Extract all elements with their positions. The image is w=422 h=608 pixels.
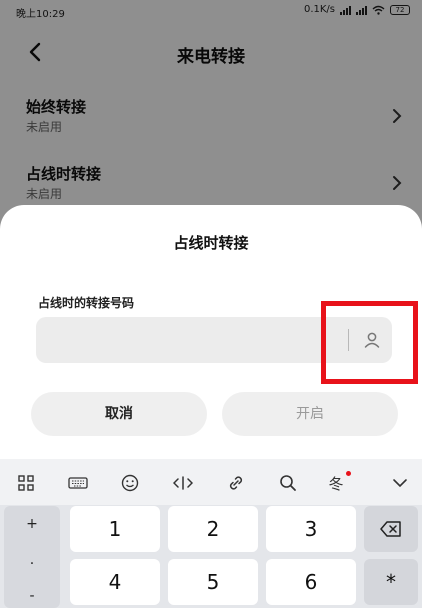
backspace-key[interactable]	[364, 506, 418, 552]
cancel-button[interactable]: 取消	[31, 392, 207, 436]
key-2[interactable]: 2	[168, 506, 258, 552]
cursor-icon[interactable]	[172, 472, 194, 494]
emoji-icon[interactable]	[119, 472, 141, 494]
search-icon[interactable]	[277, 472, 299, 494]
key-5[interactable]: 5	[168, 559, 258, 605]
key-6[interactable]: 6	[266, 559, 356, 605]
field-label: 占线时的转接号码	[38, 296, 135, 310]
forward-dialog: 占线时转接 占线时的转接号码 取消 开启	[0, 205, 422, 465]
enable-button[interactable]: 开启	[222, 392, 398, 436]
forward-number-input[interactable]	[48, 317, 338, 363]
notification-dot	[346, 471, 351, 476]
link-icon[interactable]	[225, 472, 247, 494]
key-4[interactable]: 4	[70, 559, 160, 605]
keyboard: 冬 + . - 1 2 3 4 5 6 *	[0, 459, 422, 608]
key-1[interactable]: 1	[70, 506, 160, 552]
key-3[interactable]: 3	[266, 506, 356, 552]
handwriting-icon[interactable]: 冬	[325, 472, 347, 494]
collapse-icon[interactable]	[389, 472, 411, 494]
plus-key[interactable]: +	[4, 516, 60, 532]
minus-key[interactable]: -	[4, 588, 60, 604]
keyboard-toolbar: 冬	[0, 459, 422, 505]
dialog-title: 占线时转接	[173, 234, 249, 252]
symbol-column: + . -	[4, 506, 60, 608]
backspace-icon	[380, 521, 401, 537]
asterisk-key[interactable]: *	[364, 559, 418, 605]
grid-icon[interactable]	[15, 472, 37, 494]
highlight-annotation	[321, 301, 418, 384]
dot-key[interactable]: .	[4, 552, 60, 568]
keyboard-icon[interactable]	[67, 472, 89, 494]
